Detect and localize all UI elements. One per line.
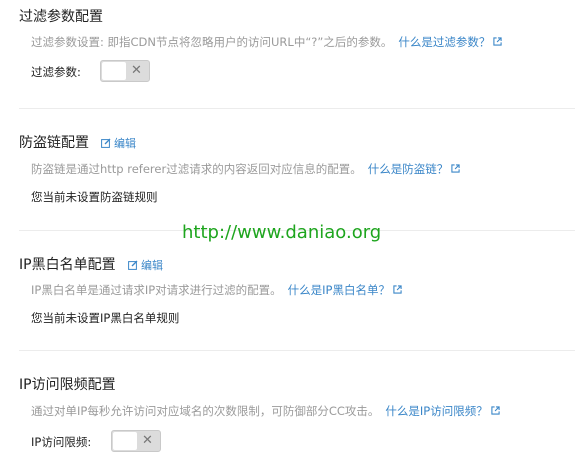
close-icon: ✕ [142, 433, 153, 448]
filter-params-description: 过滤参数设置: 即指CDN节点将忽略用户的访问URL中“?”之后的参数。 什么是过… [31, 35, 502, 49]
ip-rate-limit-help-link[interactable]: 什么是IP访问限频？ [385, 404, 500, 418]
edit-icon [101, 138, 111, 148]
cdn-advanced-config-page: 过滤参数配置 过滤参数设置: 即指CDN节点将忽略用户的访问URL中“?”之后的… [0, 0, 575, 466]
ip-list-help-link-text: 什么是IP黑白名单？ [287, 283, 390, 297]
hotlink-help-link[interactable]: 什么是防盗链？ [368, 162, 461, 176]
ip-rate-limit-toggle[interactable]: ✕ [111, 430, 161, 452]
filter-params-toggle-label: 过滤参数: [31, 65, 81, 79]
ip-list-description: IP黑白名单是通过请求IP对请求进行过滤的配置。 什么是IP黑白名单？ [31, 283, 402, 297]
filter-params-description-text: 过滤参数设置: 即指CDN节点将忽略用户的访问URL中“?”之后的参数。 [31, 35, 393, 49]
ip-list-edit-label: 编辑 [141, 259, 163, 272]
hotlink-edit-label: 编辑 [114, 137, 136, 150]
filter-params-help-link-text: 什么是过滤参数？ [398, 35, 491, 49]
ip-list-status-text: 您当前未设置IP黑白名单规则 [31, 311, 180, 325]
ip-rate-limit-description-text: 通过对单IP每秒允许访问对应域名的次数限制，可防御部分CC攻击。 [31, 404, 380, 418]
hotlink-help-link-text: 什么是防盗链？ [367, 162, 449, 176]
external-link-icon [491, 406, 500, 415]
ip-rate-limit-title: IP访问限频配置 [19, 377, 116, 393]
edit-icon [128, 260, 138, 270]
ip-rate-limit-toggle-label: IP访问限频: [31, 435, 92, 449]
hotlink-description-text: 防盗链是通过http referer过滤请求的内容返回对应信息的配置。 [31, 162, 362, 176]
ip-list-help-link[interactable]: 什么是IP黑白名单？ [288, 283, 402, 297]
external-link-icon [493, 37, 502, 46]
external-link-icon [393, 285, 402, 294]
hotlink-status-text: 您当前未设置防盗链规则 [31, 190, 158, 204]
ip-list-edit-button[interactable]: 编辑 [128, 259, 163, 273]
section-divider [19, 350, 575, 351]
hotlink-edit-button[interactable]: 编辑 [101, 137, 136, 151]
filter-params-help-link[interactable]: 什么是过滤参数？ [398, 35, 502, 49]
toggle-knob [102, 62, 126, 80]
hotlink-title: 防盗链配置 [19, 135, 89, 151]
filter-params-toggle[interactable]: ✕ [100, 60, 150, 82]
toggle-knob [113, 432, 137, 450]
hotlink-description: 防盗链是通过http referer过滤请求的内容返回对应信息的配置。 什么是防盗… [31, 162, 460, 176]
watermark-text: http://www.daniao.org [182, 222, 382, 243]
close-icon: ✕ [131, 63, 142, 78]
ip-rate-limit-help-link-text: 什么是IP访问限频？ [385, 404, 488, 418]
section-divider [19, 108, 575, 109]
ip-list-title: IP黑白名单配置 [19, 257, 116, 273]
ip-list-description-text: IP黑白名单是通过请求IP对请求进行过滤的配置。 [31, 283, 282, 297]
filter-params-title: 过滤参数配置 [19, 9, 103, 25]
external-link-icon [451, 164, 460, 173]
ip-rate-limit-description: 通过对单IP每秒允许访问对应域名的次数限制，可防御部分CC攻击。 什么是IP访问限… [31, 404, 500, 418]
